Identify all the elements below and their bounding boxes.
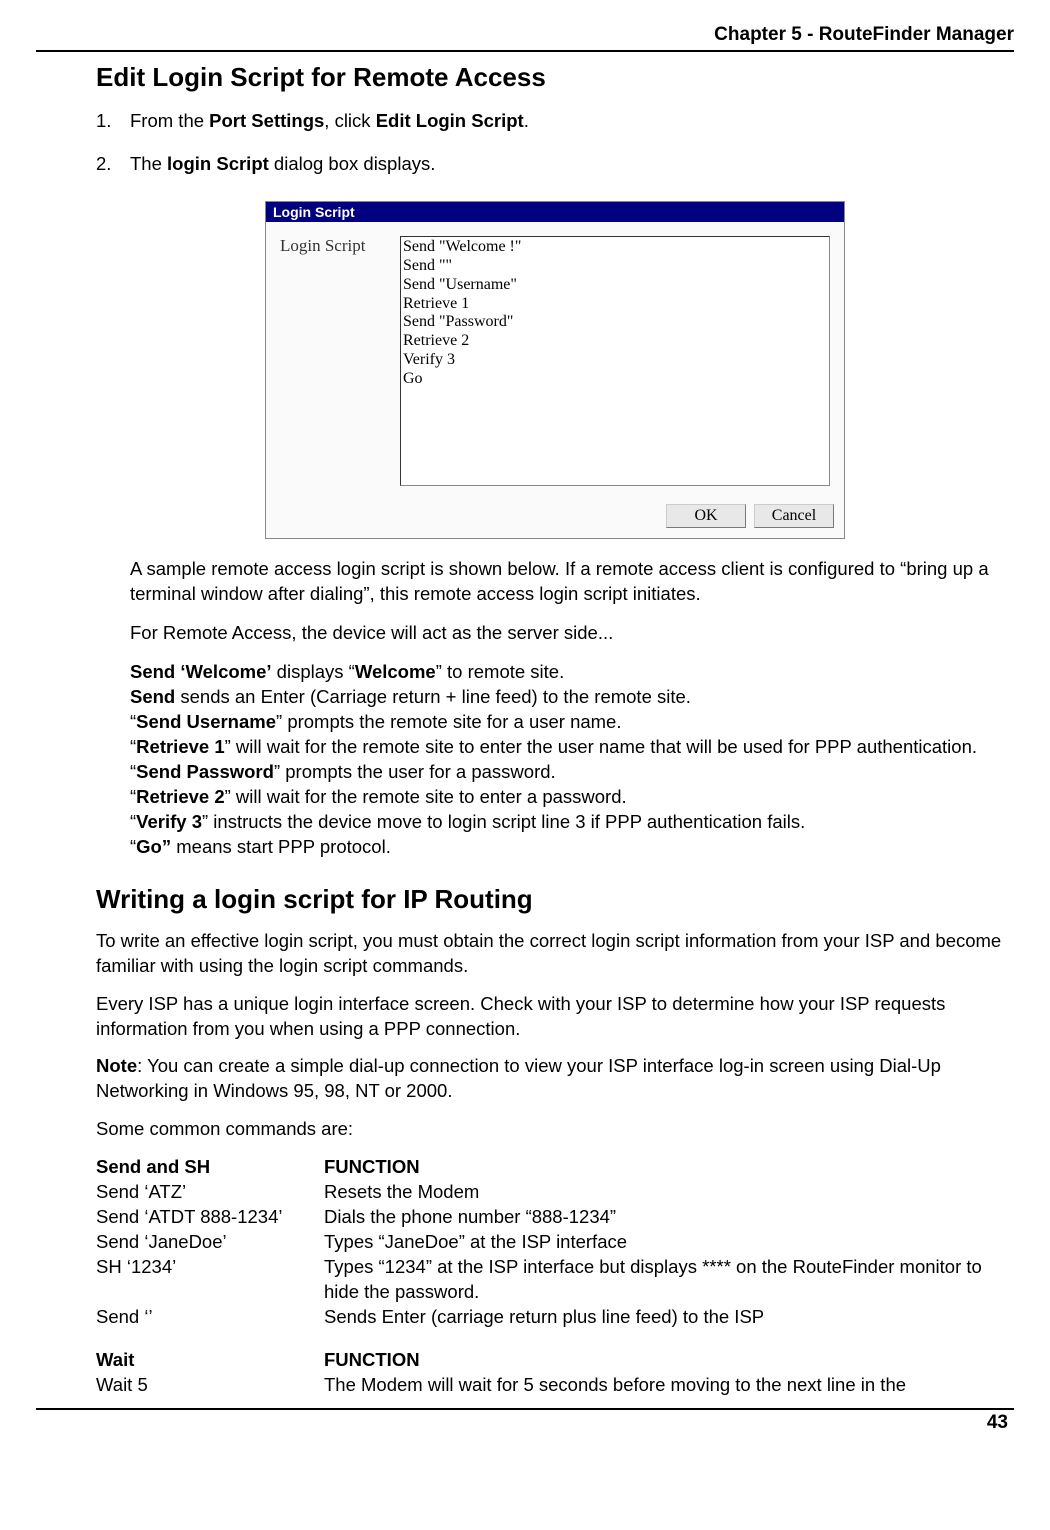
table-cell: Send ‘’ [96, 1305, 324, 1330]
login-script-dialog: Login Script Login Script Send "Welcome … [265, 201, 845, 539]
section-title-writing-login: Writing a login script for IP Routing [96, 884, 1014, 915]
table-header: FUNCTION [324, 1348, 1014, 1373]
table-row: SH ‘1234’ Types “1234” at the ISP interf… [96, 1255, 1014, 1305]
table-header: Send and SH [96, 1155, 324, 1180]
commands-table: Send and SH FUNCTION Send ‘ATZ’ Resets t… [96, 1155, 1014, 1398]
table-cell: Send ‘ATZ’ [96, 1180, 324, 1205]
text: ” will wait for the remote site to enter… [225, 736, 977, 757]
table-cell: Types “1234” at the ISP interface but di… [324, 1255, 1014, 1305]
table-row: Send ‘’ Sends Enter (carriage return plu… [96, 1305, 1014, 1330]
text: ” instructs the device move to login scr… [202, 811, 805, 832]
text: . [524, 110, 529, 131]
step-1: 1. From the Port Settings, click Edit Lo… [96, 109, 1014, 134]
step-2-num: 2. [96, 152, 130, 177]
text: sends an Enter (Carriage return + line f… [175, 686, 691, 707]
text-bold: Send Username [136, 711, 276, 732]
step-2-text: The login Script dialog box displays. [130, 152, 435, 177]
text: ” will wait for the remote site to enter… [225, 786, 627, 807]
text-bold: Retrieve 2 [136, 786, 224, 807]
text-bold: Send [130, 686, 175, 707]
table-cell: Resets the Modem [324, 1180, 1014, 1205]
paragraph: Some common commands are: [96, 1117, 1014, 1142]
table-cell: Send ‘JaneDoe’ [96, 1230, 324, 1255]
intro-paragraph-1: A sample remote access login script is s… [130, 557, 1014, 607]
table-header-row: Send and SH FUNCTION [96, 1155, 1014, 1180]
table-cell: SH ‘1234’ [96, 1255, 324, 1305]
section-title-edit-login: Edit Login Script for Remote Access [96, 62, 1014, 93]
table-row: Send ‘ATZ’ Resets the Modem [96, 1180, 1014, 1205]
ok-button[interactable]: OK [666, 504, 746, 528]
text-bold: Send ‘Welcome’ [130, 661, 272, 682]
table-cell: The Modem will wait for 5 seconds before… [324, 1373, 1014, 1398]
text-bold: login Script [167, 153, 269, 174]
text: , click [324, 110, 375, 131]
cancel-button[interactable]: Cancel [754, 504, 834, 528]
text: : You can create a simple dial-up connec… [96, 1055, 941, 1101]
table-cell: Sends Enter (carriage return plus line f… [324, 1305, 1014, 1330]
text-bold: Edit Login Script [376, 110, 524, 131]
table-header: Wait [96, 1348, 324, 1373]
text-bold: Verify 3 [136, 811, 202, 832]
text-bold: Port Settings [209, 110, 324, 131]
step-1-num: 1. [96, 109, 130, 134]
dialog-field-label: Login Script [280, 236, 400, 486]
text-bold: Send Password [136, 761, 274, 782]
table-row: Wait 5 The Modem will wait for 5 seconds… [96, 1373, 1014, 1398]
paragraph: Every ISP has a unique login interface s… [96, 992, 1014, 1042]
text: displays “ [272, 661, 355, 682]
page-number: 43 [987, 1412, 1008, 1433]
step-1-text: From the Port Settings, click Edit Login… [130, 109, 529, 134]
login-script-textarea[interactable]: Send "Welcome !" Send "" Send "Username"… [400, 236, 830, 486]
text-bold: Retrieve 1 [136, 736, 224, 757]
table-cell: Send ‘ATDT 888-1234’ [96, 1205, 324, 1230]
note-label: Note [96, 1055, 137, 1076]
script-explanation-block: Send ‘Welcome’ displays “Welcome” to rem… [130, 660, 1014, 860]
table-cell: Wait 5 [96, 1373, 324, 1398]
table-row: Send ‘JaneDoe’ Types “JaneDoe” at the IS… [96, 1230, 1014, 1255]
chapter-header: Chapter 5 - RouteFinder Manager [36, 24, 1014, 52]
table-cell: Types “JaneDoe” at the ISP interface [324, 1230, 1014, 1255]
text: dialog box displays. [269, 153, 436, 174]
step-2: 2. The login Script dialog box displays. [96, 152, 1014, 177]
dialog-titlebar: Login Script [266, 202, 844, 222]
text: means start PPP protocol. [171, 836, 391, 857]
text-bold: Go” [136, 836, 171, 857]
table-row: Send ‘ATDT 888-1234’ Dials the phone num… [96, 1205, 1014, 1230]
text: From the [130, 110, 209, 131]
intro-paragraph-2: For Remote Access, the device will act a… [130, 621, 1014, 646]
text-bold: Welcome [355, 661, 436, 682]
paragraph: To write an effective login script, you … [96, 929, 1014, 979]
text: ” prompts the user for a password. [274, 761, 556, 782]
text: ” to remote site. [436, 661, 565, 682]
page-footer: 43 [36, 1408, 1014, 1434]
note-paragraph: Note: You can create a simple dial-up co… [96, 1054, 1014, 1104]
table-header: FUNCTION [324, 1155, 1014, 1180]
table-header-row: Wait FUNCTION [96, 1348, 1014, 1373]
text: ” prompts the remote site for a user nam… [276, 711, 621, 732]
text: The [130, 153, 167, 174]
table-cell: Dials the phone number “888-1234” [324, 1205, 1014, 1230]
